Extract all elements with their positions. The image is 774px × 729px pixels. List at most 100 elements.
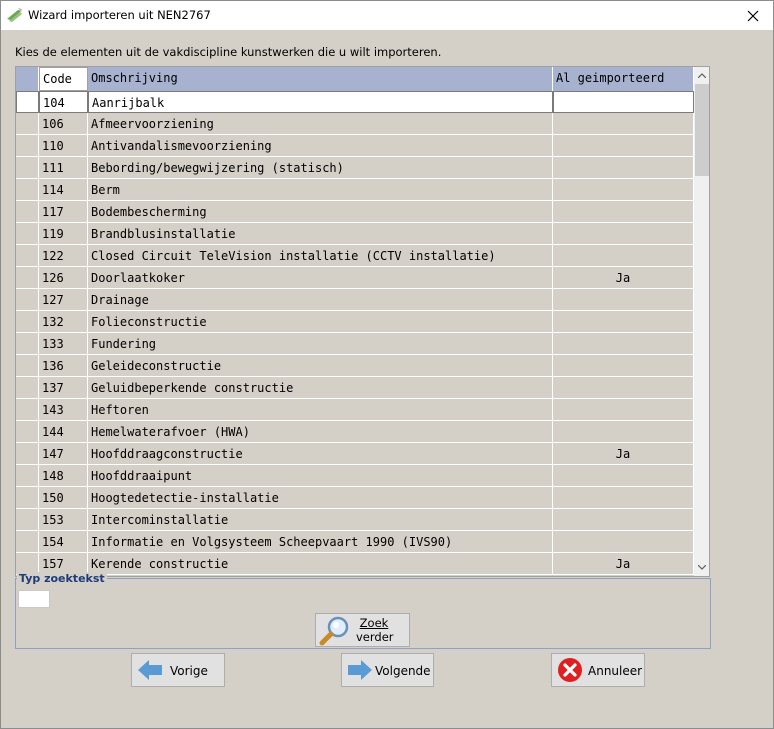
- row-select-cell[interactable]: [16, 201, 39, 223]
- code-cell[interactable]: 148: [39, 465, 88, 487]
- table-row[interactable]: 154 Informatie en Volgsysteem Scheepvaart…: [16, 531, 694, 553]
- code-cell[interactable]: 133: [39, 333, 88, 355]
- table-row[interactable]: 111 Bebording/bewegwijzering (statisch): [16, 157, 694, 179]
- imported-cell[interactable]: Ja: [553, 553, 694, 575]
- imported-cell[interactable]: [553, 399, 694, 421]
- description-cell[interactable]: Hoofddraagconstructie: [88, 443, 553, 465]
- row-select-cell[interactable]: [16, 421, 39, 443]
- row-select-cell[interactable]: [16, 91, 39, 113]
- table-row[interactable]: 136 Geleideconstructie: [16, 355, 694, 377]
- row-select-cell[interactable]: [16, 487, 39, 509]
- description-cell[interactable]: Hemelwaterafvoer (HWA): [88, 421, 553, 443]
- header-description[interactable]: Omschrijving: [88, 67, 553, 91]
- description-cell[interactable]: Bodembescherming: [88, 201, 553, 223]
- code-cell[interactable]: 144: [39, 421, 88, 443]
- row-select-cell[interactable]: [16, 135, 39, 157]
- table-row[interactable]: 132 Folieconstructie: [16, 311, 694, 333]
- description-cell[interactable]: Geluidbeperkende constructie: [88, 377, 553, 399]
- row-select-cell[interactable]: [16, 311, 39, 333]
- table-row[interactable]: 110 Antivandalismevoorziening: [16, 135, 694, 157]
- row-select-cell[interactable]: [16, 377, 39, 399]
- scroll-down-button[interactable]: [694, 559, 709, 576]
- row-select-cell[interactable]: [16, 267, 39, 289]
- description-cell[interactable]: Antivandalismevoorziening: [88, 135, 553, 157]
- description-cell[interactable]: Geleideconstructie: [88, 355, 553, 377]
- row-select-cell[interactable]: [16, 289, 39, 311]
- table-row[interactable]: 119 Brandblusinstallatie: [16, 223, 694, 245]
- header-select-column[interactable]: [16, 67, 39, 91]
- row-select-cell[interactable]: [16, 465, 39, 487]
- imported-cell[interactable]: [553, 465, 694, 487]
- table-row[interactable]: 114 Berm: [16, 179, 694, 201]
- code-cell[interactable]: 137: [39, 377, 88, 399]
- description-cell[interactable]: Hoogtedetectie-installatie: [88, 487, 553, 509]
- row-select-cell[interactable]: [16, 355, 39, 377]
- table-row[interactable]: 157 Kerende constructie Ja: [16, 553, 694, 575]
- description-cell[interactable]: Bebording/bewegwijzering (statisch): [88, 157, 553, 179]
- code-cell[interactable]: 154: [39, 531, 88, 553]
- code-cell[interactable]: 111: [39, 157, 88, 179]
- row-select-cell[interactable]: [16, 443, 39, 465]
- row-select-cell[interactable]: [16, 113, 39, 135]
- table-row[interactable]: 143 Heftoren: [16, 399, 694, 421]
- imported-cell[interactable]: [553, 135, 694, 157]
- table-row[interactable]: 153 Intercominstallatie: [16, 509, 694, 531]
- imported-cell[interactable]: [553, 113, 694, 135]
- imported-cell[interactable]: [553, 355, 694, 377]
- description-cell[interactable]: Folieconstructie: [88, 311, 553, 333]
- table-row[interactable]: 106 Afmeervoorziening: [16, 113, 694, 135]
- scroll-thumb[interactable]: [695, 84, 709, 176]
- imported-cell[interactable]: [553, 91, 694, 113]
- table-row[interactable]: 148 Hoofddraaipunt: [16, 465, 694, 487]
- table-row[interactable]: 150 Hoogtedetectie-installatie: [16, 487, 694, 509]
- description-cell[interactable]: Aanrijbalk: [88, 91, 553, 113]
- search-input[interactable]: [18, 590, 50, 608]
- code-cell[interactable]: 104: [39, 91, 88, 113]
- description-cell[interactable]: Afmeervoorziening: [88, 113, 553, 135]
- previous-button[interactable]: Vorige: [131, 653, 225, 687]
- imported-cell[interactable]: [553, 311, 694, 333]
- code-cell[interactable]: 143: [39, 399, 88, 421]
- row-select-cell[interactable]: [16, 531, 39, 553]
- imported-cell[interactable]: [553, 223, 694, 245]
- table-row[interactable]: 122 Closed Circuit TeleVision installatie…: [16, 245, 694, 267]
- description-cell[interactable]: Drainage: [88, 289, 553, 311]
- imported-cell[interactable]: [553, 289, 694, 311]
- imported-cell[interactable]: [553, 245, 694, 267]
- imported-cell[interactable]: [553, 179, 694, 201]
- imported-cell[interactable]: [553, 421, 694, 443]
- description-cell[interactable]: Intercominstallatie: [88, 509, 553, 531]
- code-cell[interactable]: 147: [39, 443, 88, 465]
- description-cell[interactable]: Hoofddraaipunt: [88, 465, 553, 487]
- code-cell[interactable]: 122: [39, 245, 88, 267]
- close-button[interactable]: [733, 1, 773, 30]
- table-row[interactable]: 117 Bodembescherming: [16, 201, 694, 223]
- row-select-cell[interactable]: [16, 509, 39, 531]
- vertical-scrollbar[interactable]: [694, 67, 709, 576]
- imported-cell[interactable]: Ja: [553, 267, 694, 289]
- cancel-button[interactable]: Annuleer: [551, 653, 645, 687]
- code-cell[interactable]: 114: [39, 179, 88, 201]
- row-select-cell[interactable]: [16, 245, 39, 267]
- imported-cell[interactable]: Ja: [553, 443, 694, 465]
- table-row[interactable]: 104 Aanrijbalk: [16, 91, 694, 113]
- code-cell[interactable]: 126: [39, 267, 88, 289]
- description-cell[interactable]: Doorlaatkoker: [88, 267, 553, 289]
- row-select-cell[interactable]: [16, 333, 39, 355]
- code-cell[interactable]: 110: [39, 135, 88, 157]
- header-code[interactable]: Code: [39, 67, 88, 91]
- code-cell[interactable]: 153: [39, 509, 88, 531]
- description-cell[interactable]: Fundering: [88, 333, 553, 355]
- code-cell[interactable]: 127: [39, 289, 88, 311]
- scroll-up-button[interactable]: [694, 67, 709, 84]
- table-row[interactable]: 137 Geluidbeperkende constructie: [16, 377, 694, 399]
- code-cell[interactable]: 132: [39, 311, 88, 333]
- header-imported[interactable]: Al geimporteerd: [553, 67, 694, 91]
- description-cell[interactable]: Berm: [88, 179, 553, 201]
- code-cell[interactable]: 106: [39, 113, 88, 135]
- code-cell[interactable]: 119: [39, 223, 88, 245]
- imported-cell[interactable]: [553, 509, 694, 531]
- table-row[interactable]: 133 Fundering: [16, 333, 694, 355]
- imported-cell[interactable]: [553, 377, 694, 399]
- imported-cell[interactable]: [553, 531, 694, 553]
